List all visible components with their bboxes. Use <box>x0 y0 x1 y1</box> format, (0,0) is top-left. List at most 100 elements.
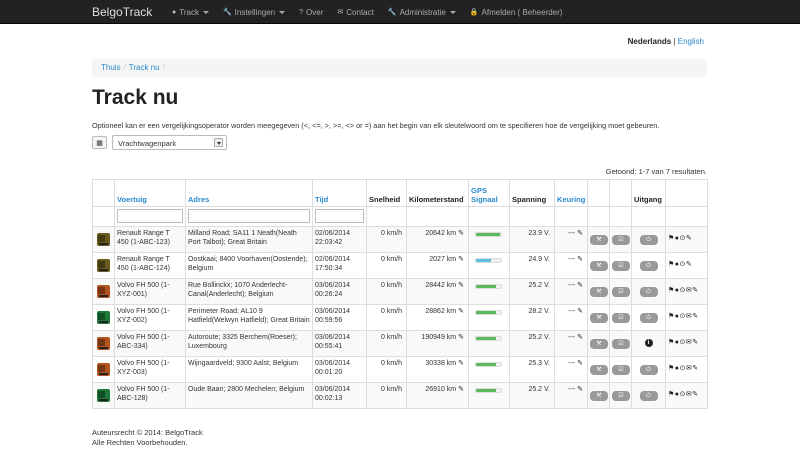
voltage-cell: 28.2 V. <box>509 304 555 331</box>
gps-signal-bar <box>475 232 502 237</box>
address-cell: Rue Bollinckx; 1070 Anderlecht-Canal(And… <box>185 278 313 305</box>
inspection-cell: --- ✎ <box>554 330 588 357</box>
pencil-icon[interactable]: ✎ <box>577 281 583 290</box>
edit-icon: ☑ <box>618 367 624 373</box>
nav-item-track[interactable]: ● Track <box>165 0 216 24</box>
wrench-button[interactable]: ⚒ <box>590 365 608 375</box>
edit-button[interactable]: ☑ <box>612 313 630 323</box>
question-icon: ? <box>299 8 304 16</box>
col-inspection-header[interactable]: Keuring <box>554 179 588 207</box>
row-actions[interactable]: ⚑●⊙✉✎ <box>665 330 708 357</box>
edit-icon: ☑ <box>618 315 624 321</box>
info-icon[interactable]: i <box>644 339 653 347</box>
row-actions[interactable]: ⚑●⊙✉✎ <box>665 278 708 305</box>
pencil-icon[interactable]: ✎ <box>458 281 464 290</box>
edit-button[interactable]: ☑ <box>612 339 630 349</box>
wrench-button[interactable]: ⚒ <box>590 391 608 401</box>
pencil-icon[interactable]: ✎ <box>577 255 583 264</box>
col-action1-header <box>587 179 610 207</box>
row-actions[interactable]: ⚑●⊙✎ <box>665 252 708 279</box>
language-english-link[interactable]: English <box>678 37 704 46</box>
edit-icon: ☑ <box>618 237 624 243</box>
breadcrumb-current[interactable]: Track nu <box>129 63 160 72</box>
nav-item-instellingen[interactable]: 🔧 Instellingen <box>216 0 292 24</box>
pencil-icon[interactable]: ✎ <box>577 385 583 394</box>
vehicle-cell: Volvo FH 500 (1-XYZ-002) <box>114 304 186 331</box>
edit-button[interactable]: ☑ <box>612 287 630 297</box>
edit-button[interactable]: ☑ <box>612 235 630 245</box>
col-vehicle-header[interactable]: Voertuig <box>114 179 186 207</box>
pencil-icon[interactable]: ✎ <box>458 229 464 238</box>
inspection-cell: --- ✎ <box>554 252 588 279</box>
nav-item-afmelden[interactable]: 🔒 Afmelden ( Beheerder) <box>463 0 570 24</box>
table-row[interactable]: Renault Range T 450 (1-ABC-123) Milland R… <box>92 226 708 253</box>
wrench-icon: ⚒ <box>596 263 602 269</box>
pencil-icon[interactable]: ✎ <box>458 255 464 264</box>
fleet-select[interactable]: Vrachtwagenpark <box>112 135 227 150</box>
table-row[interactable]: Volvo FH 500 (1-XYZ-002) Perimeter Road; … <box>92 304 708 331</box>
row-actions[interactable]: ⚑●⊙✉✎ <box>665 382 708 409</box>
nav-item-administratie[interactable]: 🔧 Administratie <box>381 0 463 24</box>
breadcrumb: Thuis / Track nu / <box>92 59 707 77</box>
pencil-icon[interactable]: ✎ <box>577 307 583 316</box>
wrench-icon: ⚒ <box>596 341 602 347</box>
gps-signal-bar <box>475 388 502 393</box>
gps-signal-bar <box>475 258 502 263</box>
power-button[interactable]: ⏻ <box>639 365 658 375</box>
inspection-cell: --- ✎ <box>554 226 588 253</box>
wrench-button[interactable]: ⚒ <box>590 235 608 245</box>
wrench-button[interactable]: ⚒ <box>590 339 608 349</box>
wrench-button[interactable]: ⚒ <box>590 261 608 271</box>
wrench-button[interactable]: ⚒ <box>590 313 608 323</box>
edit-button[interactable]: ☑ <box>612 365 630 375</box>
speed-cell: 0 km/h <box>366 382 407 409</box>
col-voltage-header: Spanning <box>509 179 555 207</box>
wrench-button[interactable]: ⚒ <box>590 287 608 297</box>
power-button[interactable]: ⏻ <box>639 261 658 271</box>
nav-item-contact[interactable]: ✉ Contact <box>330 0 380 24</box>
pencil-icon[interactable]: ✎ <box>577 359 583 368</box>
fleet-select-value: Vrachtwagenpark <box>118 139 177 148</box>
row-actions[interactable]: ⚑●⊙✉✎ <box>665 304 708 331</box>
address-filter-input[interactable] <box>188 209 310 223</box>
table-row[interactable]: Volvo FH 500 (1-ABC-334) Autoroute; 3325 … <box>92 330 708 357</box>
gps-cell <box>468 382 510 409</box>
table-row[interactable]: Volvo FH 500 (1-XYZ-001) Rue Bollinckx; 1… <box>92 278 708 305</box>
power-button[interactable]: ⏻ <box>639 287 658 297</box>
pencil-icon[interactable]: ✎ <box>577 229 583 238</box>
pencil-icon[interactable]: ✎ <box>458 333 464 342</box>
address-cell: Autoroute; 3325 Berchem(Roeser); Luxembo… <box>185 330 313 357</box>
nav-item-label: Over <box>306 7 324 17</box>
pencil-icon[interactable]: ✎ <box>577 333 583 342</box>
edit-button[interactable]: ☑ <box>612 261 630 271</box>
breadcrumb-separator: / <box>123 63 126 72</box>
voltage-cell: 25.2 V. <box>509 278 555 305</box>
edit-button[interactable]: ☑ <box>612 391 630 401</box>
table-row[interactable]: Volvo FH 500 (1-XYZ-003) Wijngaardveld; 9… <box>92 356 708 383</box>
pencil-icon[interactable]: ✎ <box>458 307 464 316</box>
nav-item-over[interactable]: ? Over <box>292 0 330 24</box>
table-row[interactable]: Volvo FH 500 (1-ABC-128) Oude Baan; 2800 … <box>92 382 708 409</box>
truck-icon <box>97 363 110 376</box>
breadcrumb-home[interactable]: Thuis <box>101 63 121 72</box>
vehicle-filter-input[interactable] <box>117 209 183 223</box>
row-actions[interactable]: ⚑●⊙✎ <box>665 226 708 253</box>
col-address-header[interactable]: Adres <box>185 179 313 207</box>
power-icon: ⏻ <box>646 289 651 295</box>
pencil-icon[interactable]: ✎ <box>458 385 464 394</box>
power-button[interactable]: ⏻ <box>639 313 658 323</box>
power-button[interactable]: ⏻ <box>639 391 658 401</box>
col-gps-header[interactable]: GPS Signaal <box>468 179 510 207</box>
address-cell: Oude Baan; 2800 Mechelen; Belgium <box>185 382 313 409</box>
km-cell: 26910 km ✎ <box>406 382 469 409</box>
column-toggle-button[interactable]: ▦ <box>92 136 107 149</box>
gps-cell <box>468 226 510 253</box>
row-actions[interactable]: ⚑●⊙✉✎ <box>665 356 708 383</box>
table-row[interactable]: Renault Range T 450 (1-ABC-124) Oostkaai;… <box>92 252 708 279</box>
power-button[interactable]: ⏻ <box>639 235 658 245</box>
speed-cell: 0 km/h <box>366 304 407 331</box>
brand-logo[interactable]: BelgoTrack <box>92 5 152 19</box>
pencil-icon[interactable]: ✎ <box>458 359 464 368</box>
col-time-header[interactable]: Tijd <box>312 179 367 207</box>
time-filter-input[interactable] <box>315 209 364 223</box>
